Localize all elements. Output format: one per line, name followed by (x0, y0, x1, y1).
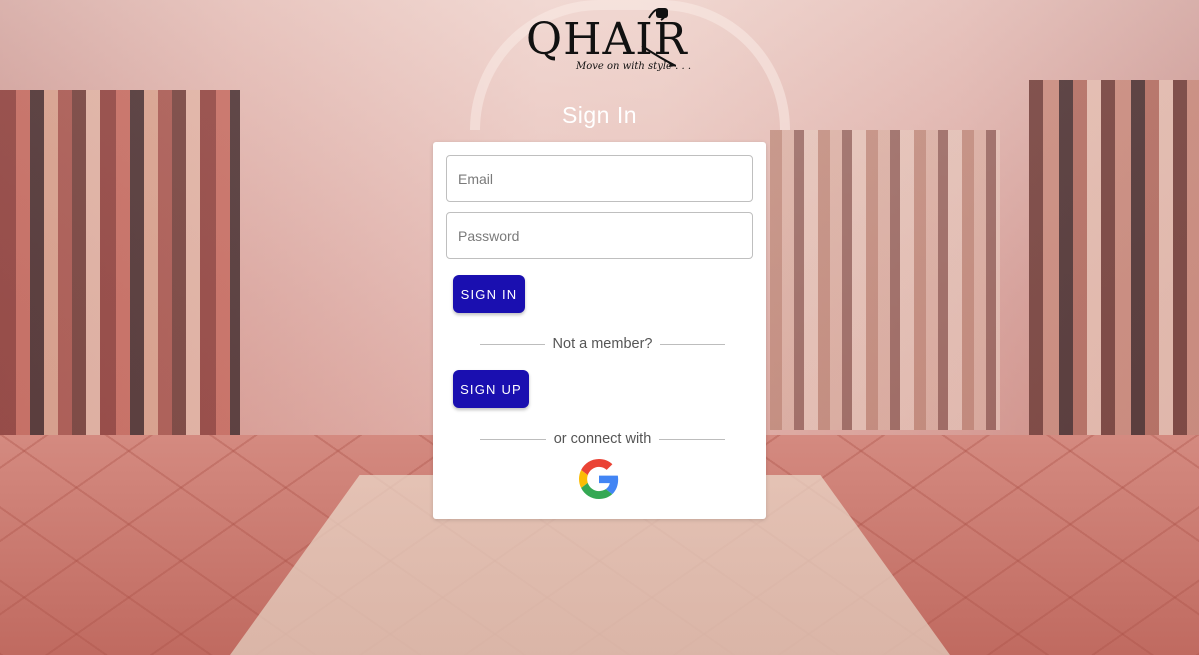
signin-card: SIGN IN Not a member? SIGN UP or connect… (433, 142, 766, 519)
page-title: Sign In (561, 102, 638, 128)
connect-divider: or connect with (480, 429, 725, 449)
divider-line (480, 438, 546, 440)
member-divider: Not a member? (480, 334, 725, 354)
sign-up-button[interactable]: SIGN UP (453, 370, 529, 408)
sign-in-button[interactable]: SIGN IN (453, 275, 525, 313)
logo-text: QHAIR (526, 14, 688, 65)
password-field[interactable] (446, 212, 753, 259)
email-field[interactable] (446, 155, 753, 202)
divider-line (480, 343, 545, 345)
connect-with-text: or connect with (553, 431, 652, 447)
divider-line (659, 438, 725, 440)
divider-line (660, 343, 725, 345)
logo-tagline: Move on with style . . . (576, 61, 692, 72)
google-icon (579, 459, 619, 499)
brand-logo: QHAIR Move on with style . . . (524, 6, 691, 76)
not-member-text: Not a member? (552, 336, 653, 352)
google-signin-button[interactable] (579, 459, 619, 499)
background-clothing-rack-middle (770, 130, 1000, 430)
